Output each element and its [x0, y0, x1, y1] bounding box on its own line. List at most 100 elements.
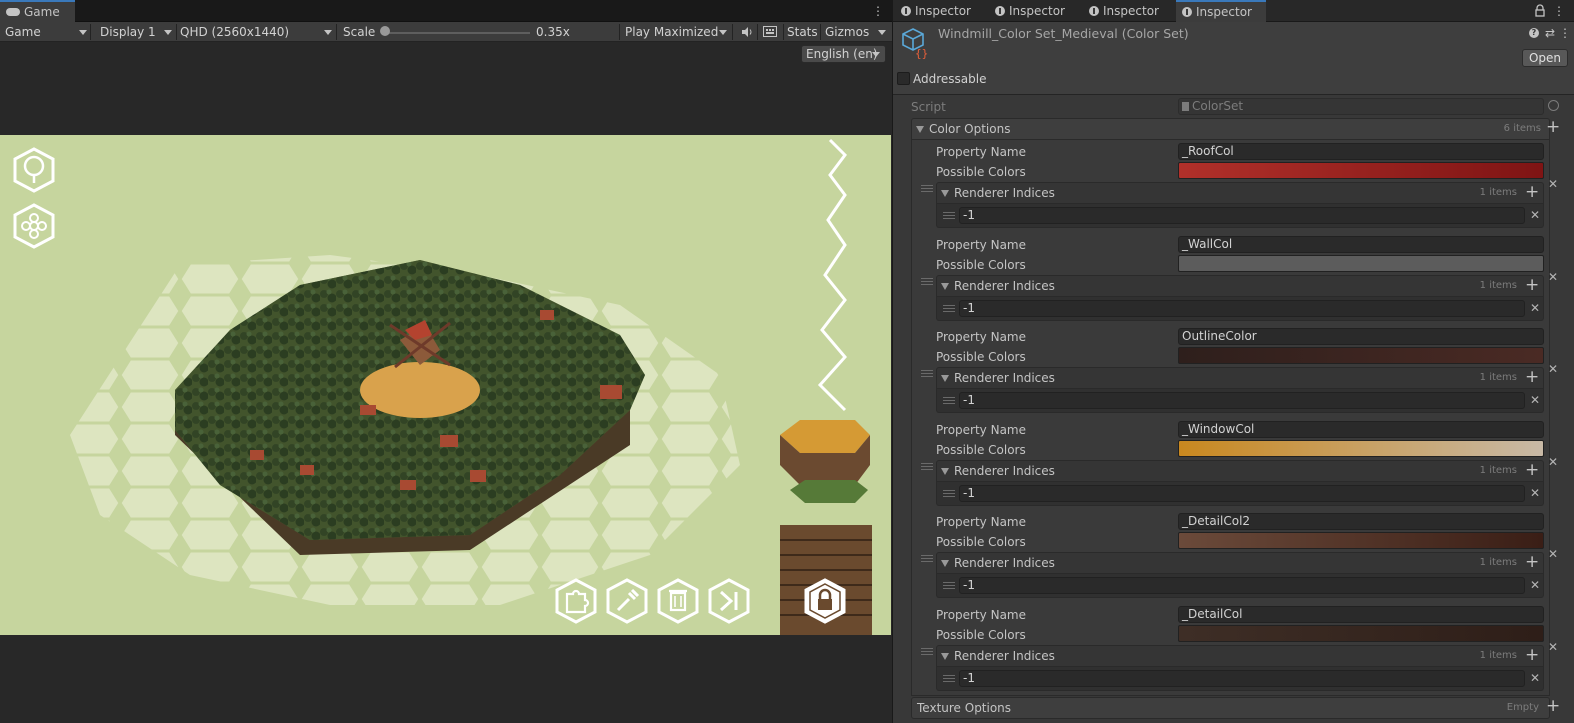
- script-label: Script: [911, 100, 946, 114]
- game-mode-dropdown[interactable]: Game: [0, 22, 90, 42]
- renderer-indices-count: 1 items: [1479, 372, 1517, 384]
- add-renderer-index-button[interactable]: +: [1525, 554, 1539, 571]
- remove-renderer-index-button[interactable]: ✕: [1529, 209, 1541, 221]
- renderer-indices-list: -1 ✕: [936, 667, 1544, 691]
- object-picker-icon[interactable]: [1548, 100, 1559, 111]
- open-button[interactable]: Open: [1522, 49, 1568, 67]
- remove-color-option-button[interactable]: ✕: [1547, 641, 1559, 653]
- resolution-dropdown[interactable]: QHD (2560x1440): [175, 22, 335, 42]
- renderer-index-input[interactable]: -1: [959, 670, 1525, 687]
- tab-inspector-3[interactable]: Inspector: [1083, 0, 1175, 22]
- texture-options-header[interactable]: Texture Options Empty: [911, 697, 1550, 719]
- drag-handle-icon[interactable]: [943, 304, 955, 312]
- drag-handle-icon[interactable]: [943, 397, 955, 405]
- renderer-index-input[interactable]: -1: [959, 484, 1525, 502]
- inspector-panel: Inspector Inspector Inspector Inspector …: [893, 0, 1574, 723]
- renderer-index-input[interactable]: -1: [959, 299, 1525, 317]
- keyboard-button[interactable]: [758, 22, 782, 42]
- game-menu-icon[interactable]: ⋮: [872, 3, 884, 19]
- remove-color-option-button[interactable]: ✕: [1547, 548, 1559, 560]
- possible-colors-gradient[interactable]: [1178, 254, 1544, 272]
- scale-slider-handle[interactable]: [380, 26, 390, 36]
- drag-handle-icon[interactable]: [921, 277, 933, 285]
- add-texture-option-button[interactable]: +: [1546, 698, 1560, 715]
- renderer-indices-header[interactable]: Renderer Indices 1 items +: [936, 182, 1544, 204]
- play-mode-dropdown[interactable]: Play Maximized: [620, 22, 730, 42]
- drag-handle-icon[interactable]: [921, 185, 933, 192]
- drag-handle-icon[interactable]: [943, 212, 955, 219]
- renderer-indices-header[interactable]: Renderer Indices 1 items +: [936, 645, 1544, 667]
- add-renderer-index-button[interactable]: +: [1525, 369, 1539, 386]
- renderer-indices-header[interactable]: Renderer Indices 1 items +: [936, 459, 1544, 482]
- add-renderer-index-button[interactable]: +: [1525, 276, 1539, 293]
- drag-handle-icon[interactable]: [943, 489, 955, 497]
- tree-tool-button[interactable]: [11, 147, 57, 193]
- renderer-indices-header[interactable]: Renderer Indices 1 items +: [936, 274, 1544, 297]
- remove-color-option-button[interactable]: ✕: [1547, 178, 1559, 190]
- drag-handle-icon[interactable]: [943, 675, 955, 682]
- info-icon: [1089, 6, 1099, 16]
- drag-handle-icon[interactable]: [943, 582, 955, 590]
- remove-color-option-button[interactable]: ✕: [1547, 271, 1559, 283]
- tab-inspector-2[interactable]: Inspector: [989, 0, 1081, 22]
- property-name-input[interactable]: _RoofCol: [1178, 143, 1544, 160]
- remove-color-option-button[interactable]: ✕: [1547, 456, 1559, 468]
- mute-audio-button[interactable]: [736, 22, 756, 42]
- stats-button[interactable]: Stats: [782, 22, 818, 42]
- add-color-option-button[interactable]: +: [1546, 119, 1560, 136]
- flower-tool-button[interactable]: [11, 203, 57, 249]
- remove-renderer-index-button[interactable]: ✕: [1529, 394, 1541, 406]
- possible-colors-gradient[interactable]: [1178, 347, 1544, 365]
- eyedropper-tool-button[interactable]: [604, 578, 650, 624]
- tab-inspector-1[interactable]: Inspector: [895, 0, 987, 22]
- renderer-index-input[interactable]: -1: [959, 577, 1525, 595]
- remove-color-option-button[interactable]: ✕: [1547, 363, 1559, 375]
- lock-tool-button[interactable]: [802, 578, 848, 624]
- lock-icon[interactable]: [1535, 4, 1545, 17]
- foldout-open-icon: [941, 653, 949, 660]
- game-viewport[interactable]: [0, 135, 891, 635]
- remove-renderer-index-button[interactable]: ✕: [1529, 672, 1541, 684]
- add-renderer-index-button[interactable]: +: [1525, 647, 1539, 664]
- property-name-input[interactable]: _WindowCol: [1178, 420, 1544, 438]
- property-name-input[interactable]: OutlineColor: [1178, 328, 1544, 346]
- tab-inspector-4[interactable]: Inspector: [1176, 0, 1266, 22]
- drag-handle-icon[interactable]: [921, 555, 933, 563]
- drag-handle-icon[interactable]: [921, 370, 933, 378]
- component-menu-icon[interactable]: ⋮: [1559, 25, 1571, 41]
- display-dropdown[interactable]: Display 1: [95, 22, 175, 42]
- renderer-index-input[interactable]: -1: [959, 392, 1525, 410]
- property-name-label: Property Name: [936, 330, 1026, 345]
- remove-renderer-index-button[interactable]: ✕: [1529, 579, 1541, 591]
- renderer-indices-header[interactable]: Renderer Indices 1 items +: [936, 552, 1544, 575]
- tab-game[interactable]: Game: [0, 0, 75, 22]
- renderer-indices-header[interactable]: Renderer Indices 1 items +: [936, 367, 1544, 390]
- property-name-input[interactable]: _DetailCol: [1178, 606, 1544, 623]
- renderer-index-input[interactable]: -1: [959, 207, 1525, 224]
- possible-colors-gradient[interactable]: [1178, 625, 1544, 642]
- scale-slider-track[interactable]: [385, 32, 530, 34]
- possible-colors-gradient[interactable]: [1178, 162, 1544, 179]
- drag-handle-icon[interactable]: [921, 648, 933, 655]
- preset-icon[interactable]: ⇄: [1545, 26, 1555, 40]
- delete-tool-button[interactable]: [655, 578, 701, 624]
- inspector-tabbar: Inspector Inspector Inspector Inspector …: [893, 0, 1574, 22]
- skip-to-end-button[interactable]: [706, 578, 752, 624]
- add-renderer-index-button[interactable]: +: [1525, 461, 1539, 478]
- property-name-input[interactable]: _DetailCol2: [1178, 513, 1544, 531]
- add-renderer-index-button[interactable]: +: [1525, 184, 1539, 201]
- inspector-menu-icon[interactable]: ⋮: [1553, 3, 1565, 19]
- remove-renderer-index-button[interactable]: ✕: [1529, 302, 1541, 314]
- remove-renderer-index-button[interactable]: ✕: [1529, 487, 1541, 499]
- drag-handle-icon[interactable]: [921, 462, 933, 470]
- language-dropdown[interactable]: English (en): [801, 45, 886, 63]
- possible-colors-gradient[interactable]: [1178, 532, 1544, 550]
- addressable-checkbox[interactable]: [897, 72, 910, 85]
- puzzle-tool-button[interactable]: [553, 578, 599, 624]
- color-options-header[interactable]: Color Options 6 items: [911, 118, 1550, 140]
- property-name-input[interactable]: _WallCol: [1178, 235, 1544, 253]
- renderer-indices-count: 1 items: [1479, 650, 1517, 661]
- renderer-indices-list: -1 ✕: [936, 204, 1544, 228]
- possible-colors-gradient[interactable]: [1178, 439, 1544, 457]
- help-icon[interactable]: ?: [1529, 28, 1539, 38]
